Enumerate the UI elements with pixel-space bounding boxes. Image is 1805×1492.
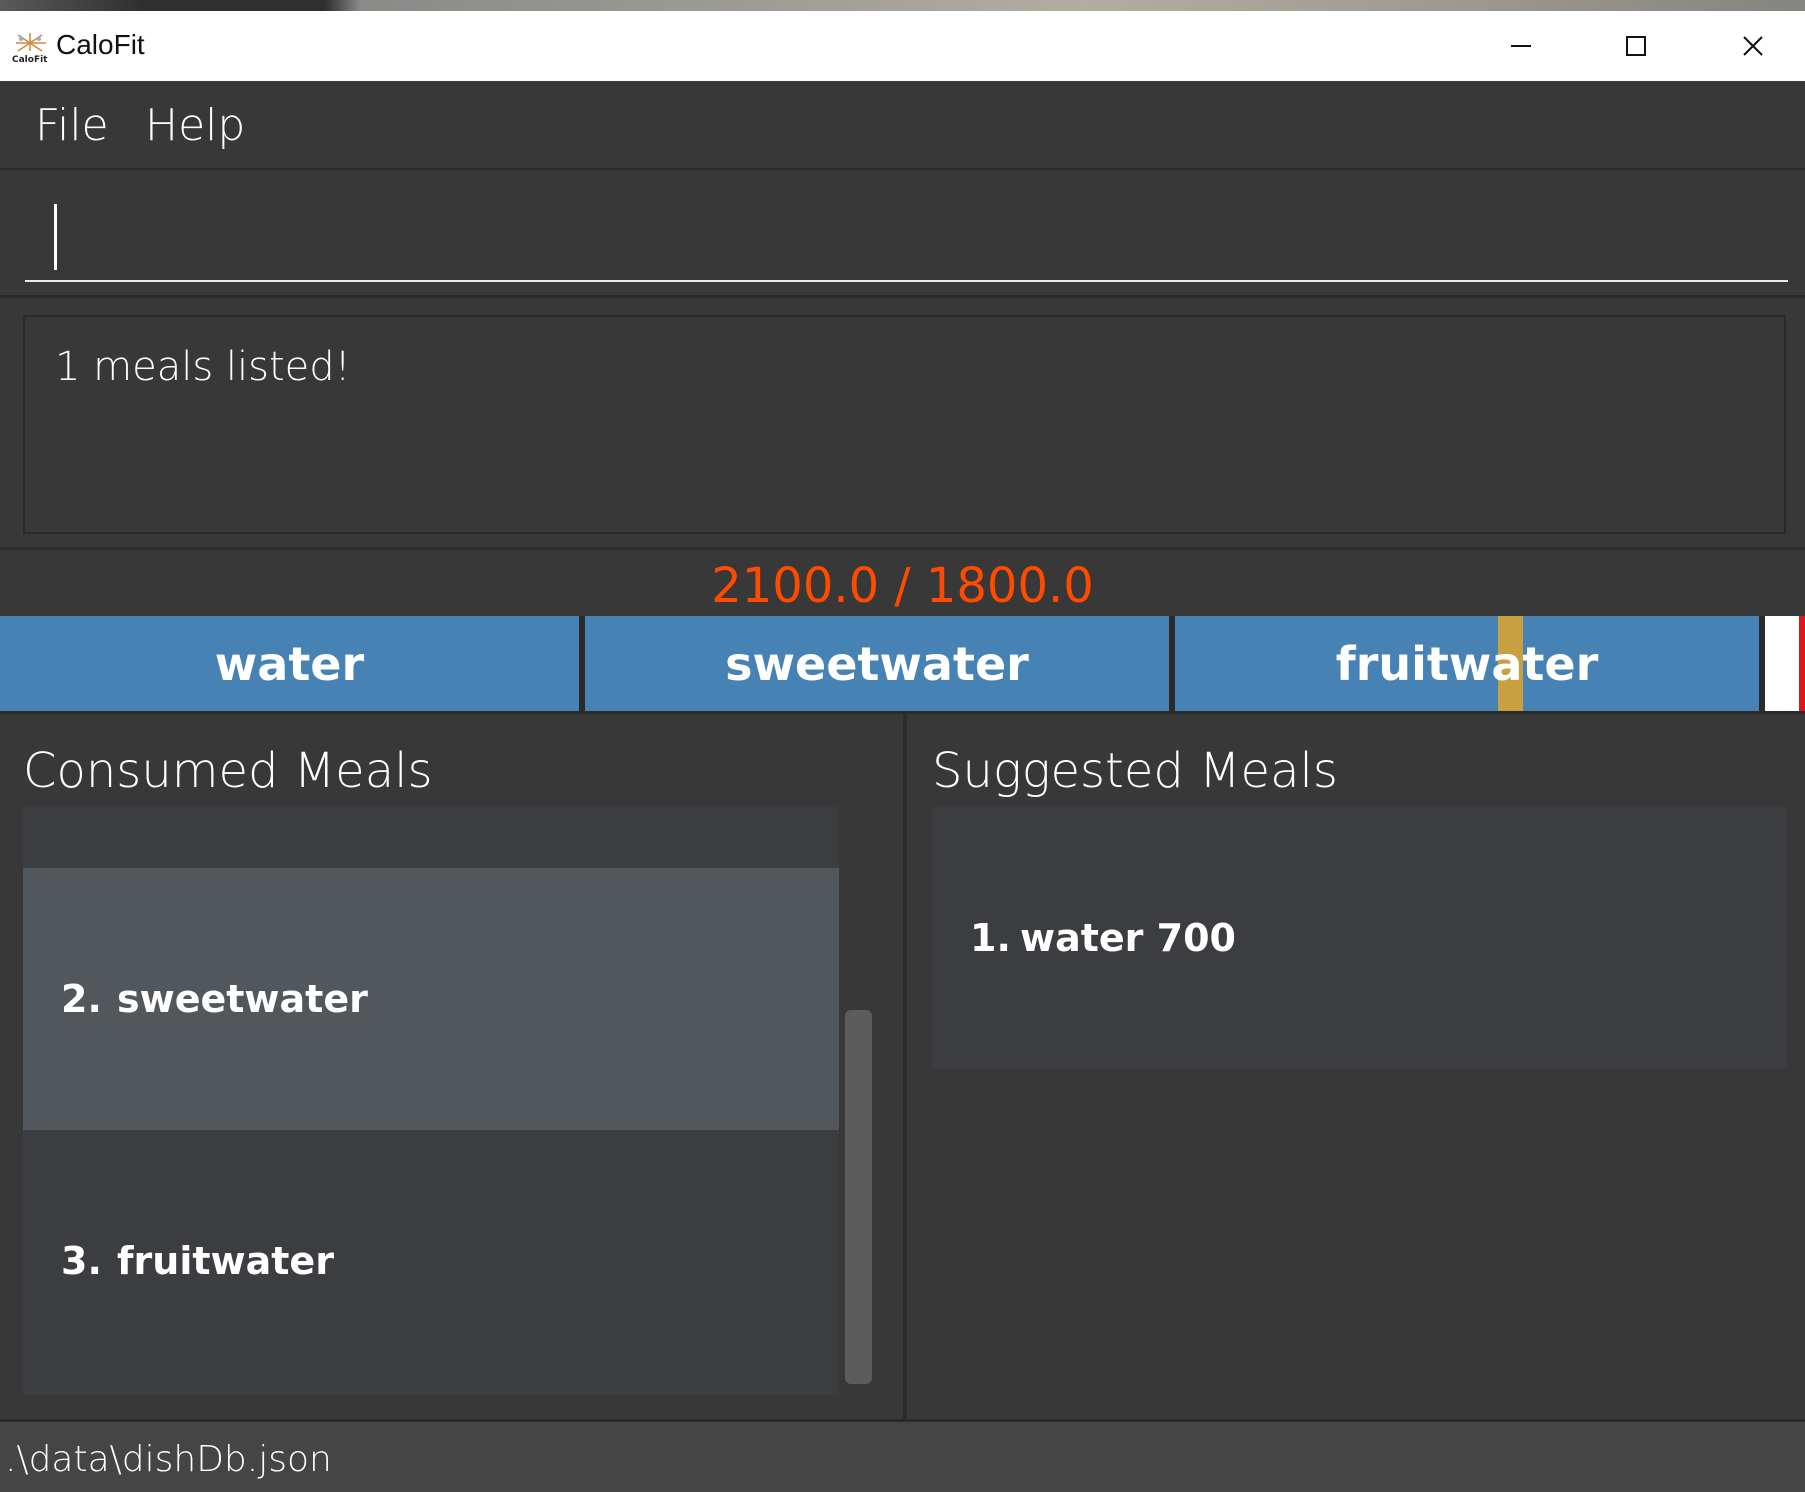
data-file-path: .\data\dishDb.json [5, 1439, 332, 1480]
text-caret [54, 204, 57, 270]
list-item-index: 2. [61, 977, 102, 1021]
result-message: 1 meals listed! [55, 344, 351, 390]
calofit-logo-icon: CaloFit [12, 33, 48, 63]
list-item[interactable]: 1. water 700 [932, 807, 1787, 1069]
meal-bar-label: water [214, 636, 365, 691]
meal-calorie-bar: water sweetwater fruitwater [0, 616, 1805, 711]
maximize-button[interactable] [1580, 11, 1692, 81]
meal-bar-block: fruitwater [1175, 616, 1759, 711]
desktop-background-strip [0, 0, 1805, 11]
logo-wordmark: CaloFit [12, 55, 48, 63]
suggested-meals-list[interactable]: 1. water 700 [932, 807, 1787, 1069]
over-budget-indicator [1765, 616, 1805, 711]
window-title-bar[interactable]: CaloFit CaloFit [0, 11, 1805, 81]
calorie-budget-readout: 2100.0 / 1800.0 [711, 558, 1094, 614]
list-item-selected[interactable]: 2. sweetwater [23, 868, 839, 1130]
list-item-name: sweetwater [117, 977, 368, 1021]
close-button[interactable] [1697, 11, 1805, 81]
list-item-index: 1. [970, 916, 1011, 960]
command-box [0, 172, 1805, 298]
menu-file[interactable]: File [35, 99, 109, 153]
meal-bar-block: sweetwater [585, 616, 1169, 711]
meal-bar-block: water [0, 616, 579, 711]
list-item-index: 3. [61, 1239, 102, 1283]
list-item-name: fruitwater [117, 1239, 334, 1283]
menu-help[interactable]: Help [145, 99, 245, 153]
close-icon [1743, 36, 1763, 56]
list-item[interactable]: 3. fruitwater [23, 1130, 839, 1392]
maximize-icon [1626, 36, 1646, 56]
minimize-button[interactable] [1465, 11, 1577, 81]
consumed-meals-title: Consumed Meals [23, 743, 433, 799]
meal-bar-label: fruitwater [1335, 636, 1599, 691]
suggested-meals-title: Suggested Meals [932, 743, 1338, 799]
window-title: CaloFit [56, 29, 145, 60]
status-bar: .\data\dishDb.json [0, 1422, 1805, 1492]
minimize-icon [1511, 45, 1531, 47]
consumed-meals-list[interactable]: 2. sweetwater 3. fruitwater [23, 807, 839, 1395]
consumed-list-scrollbar[interactable] [845, 1010, 872, 1384]
menu-bar: File Help [0, 81, 1805, 170]
list-item-name: water 700 [1020, 916, 1236, 960]
app-screen: CaloFit CaloFit File Help 1 meals listed… [0, 0, 1805, 1492]
result-display: 1 meals listed! [23, 315, 1786, 534]
command-input[interactable] [25, 192, 1788, 282]
meal-bar-label: sweetwater [725, 636, 1029, 691]
divider [0, 547, 1805, 550]
